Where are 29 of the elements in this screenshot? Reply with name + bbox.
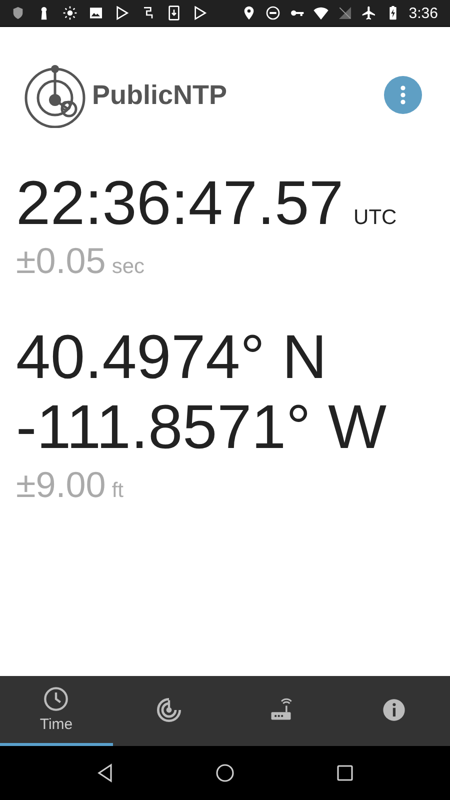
more-options-button[interactable] <box>384 76 422 114</box>
app-title: PublicNTP <box>92 80 228 110</box>
wifi-icon <box>312 5 329 21</box>
longitude-reading: -111.8571° W <box>16 393 387 463</box>
image-icon <box>88 5 104 21</box>
sun-icon <box>62 5 78 21</box>
play-icon <box>192 5 208 21</box>
info-icon <box>380 696 407 722</box>
location-accuracy: ±9.00 <box>16 463 106 507</box>
location-accuracy-unit: ft <box>112 479 124 503</box>
router-icon <box>268 696 294 722</box>
time-accuracy-unit: sec <box>112 255 145 279</box>
time-reading: 22:36:47.57 <box>16 169 344 239</box>
airplane-icon <box>360 5 377 21</box>
home-icon[interactable] <box>215 763 235 783</box>
timezone-label: UTC <box>354 206 397 230</box>
do-not-disturb-icon <box>264 5 281 21</box>
no-signal-icon <box>336 5 353 21</box>
recents-icon[interactable] <box>335 763 355 783</box>
latitude-reading: 40.4974° N <box>16 323 327 393</box>
more-icon <box>400 85 406 105</box>
back-icon[interactable] <box>95 763 115 783</box>
time-accuracy: ±0.05 <box>16 239 106 283</box>
logo-icon <box>22 62 88 128</box>
radar-icon <box>156 696 182 722</box>
clock-time: 3:36 <box>408 4 438 22</box>
clock-icon <box>43 686 70 712</box>
play-icon <box>114 5 130 21</box>
download-icon <box>166 5 182 21</box>
